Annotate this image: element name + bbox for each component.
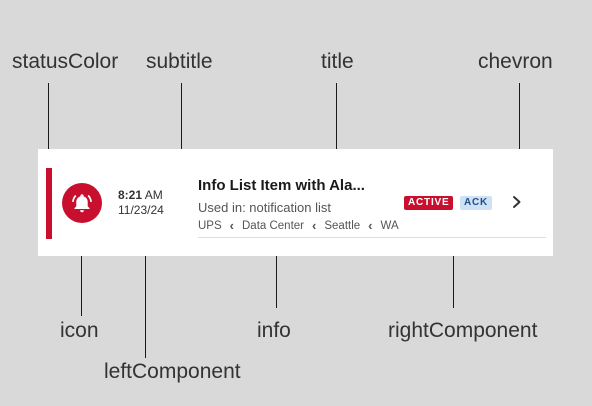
callout-status-color: statusColor (12, 50, 119, 73)
chevron-left-icon: ‹ (229, 218, 234, 233)
timestamp-date: 11/23/24 (118, 203, 164, 217)
bell-alert-icon (72, 194, 92, 213)
item-divider (198, 237, 546, 238)
callout-subtitle: subtitle (146, 50, 213, 73)
chevron-left-icon: ‹ (368, 218, 373, 233)
callout-icon: icon (60, 319, 99, 342)
time-value: 8:21 (118, 188, 143, 202)
chevron-left-icon: ‹ (312, 218, 317, 233)
status-badge-active: ACTIVE (404, 196, 454, 210)
info-segment: UPS (198, 219, 222, 232)
status-color-bar (46, 168, 52, 239)
callout-left-component: leftComponent (104, 360, 241, 383)
icon-avatar (62, 183, 102, 223)
callout-right-component: rightComponent (388, 319, 538, 342)
info-segment: Seattle (324, 219, 361, 232)
item-title: Info List Item with Ala... (198, 177, 365, 194)
time-ampm: AM (144, 188, 163, 202)
chevron-right-icon[interactable] (510, 194, 524, 210)
callout-chevron: chevron (478, 50, 553, 73)
callout-info: info (257, 319, 291, 342)
item-info: UPS ‹ Data Center ‹ Seattle ‹ WA (198, 219, 399, 232)
status-badge-ack: ACK (460, 196, 493, 210)
info-segment: Data Center (242, 219, 305, 232)
timestamp-time: 8:21 AM (118, 188, 164, 203)
info-list-item[interactable]: 8:21 AM 11/23/24 Info List Item with Ala… (38, 149, 553, 256)
info-segment: WA (380, 219, 399, 232)
leader-icon (81, 250, 82, 316)
left-component: 8:21 AM 11/23/24 (118, 188, 164, 218)
item-subtitle: Used in: notification list (198, 200, 331, 215)
callout-title: title (321, 50, 354, 73)
